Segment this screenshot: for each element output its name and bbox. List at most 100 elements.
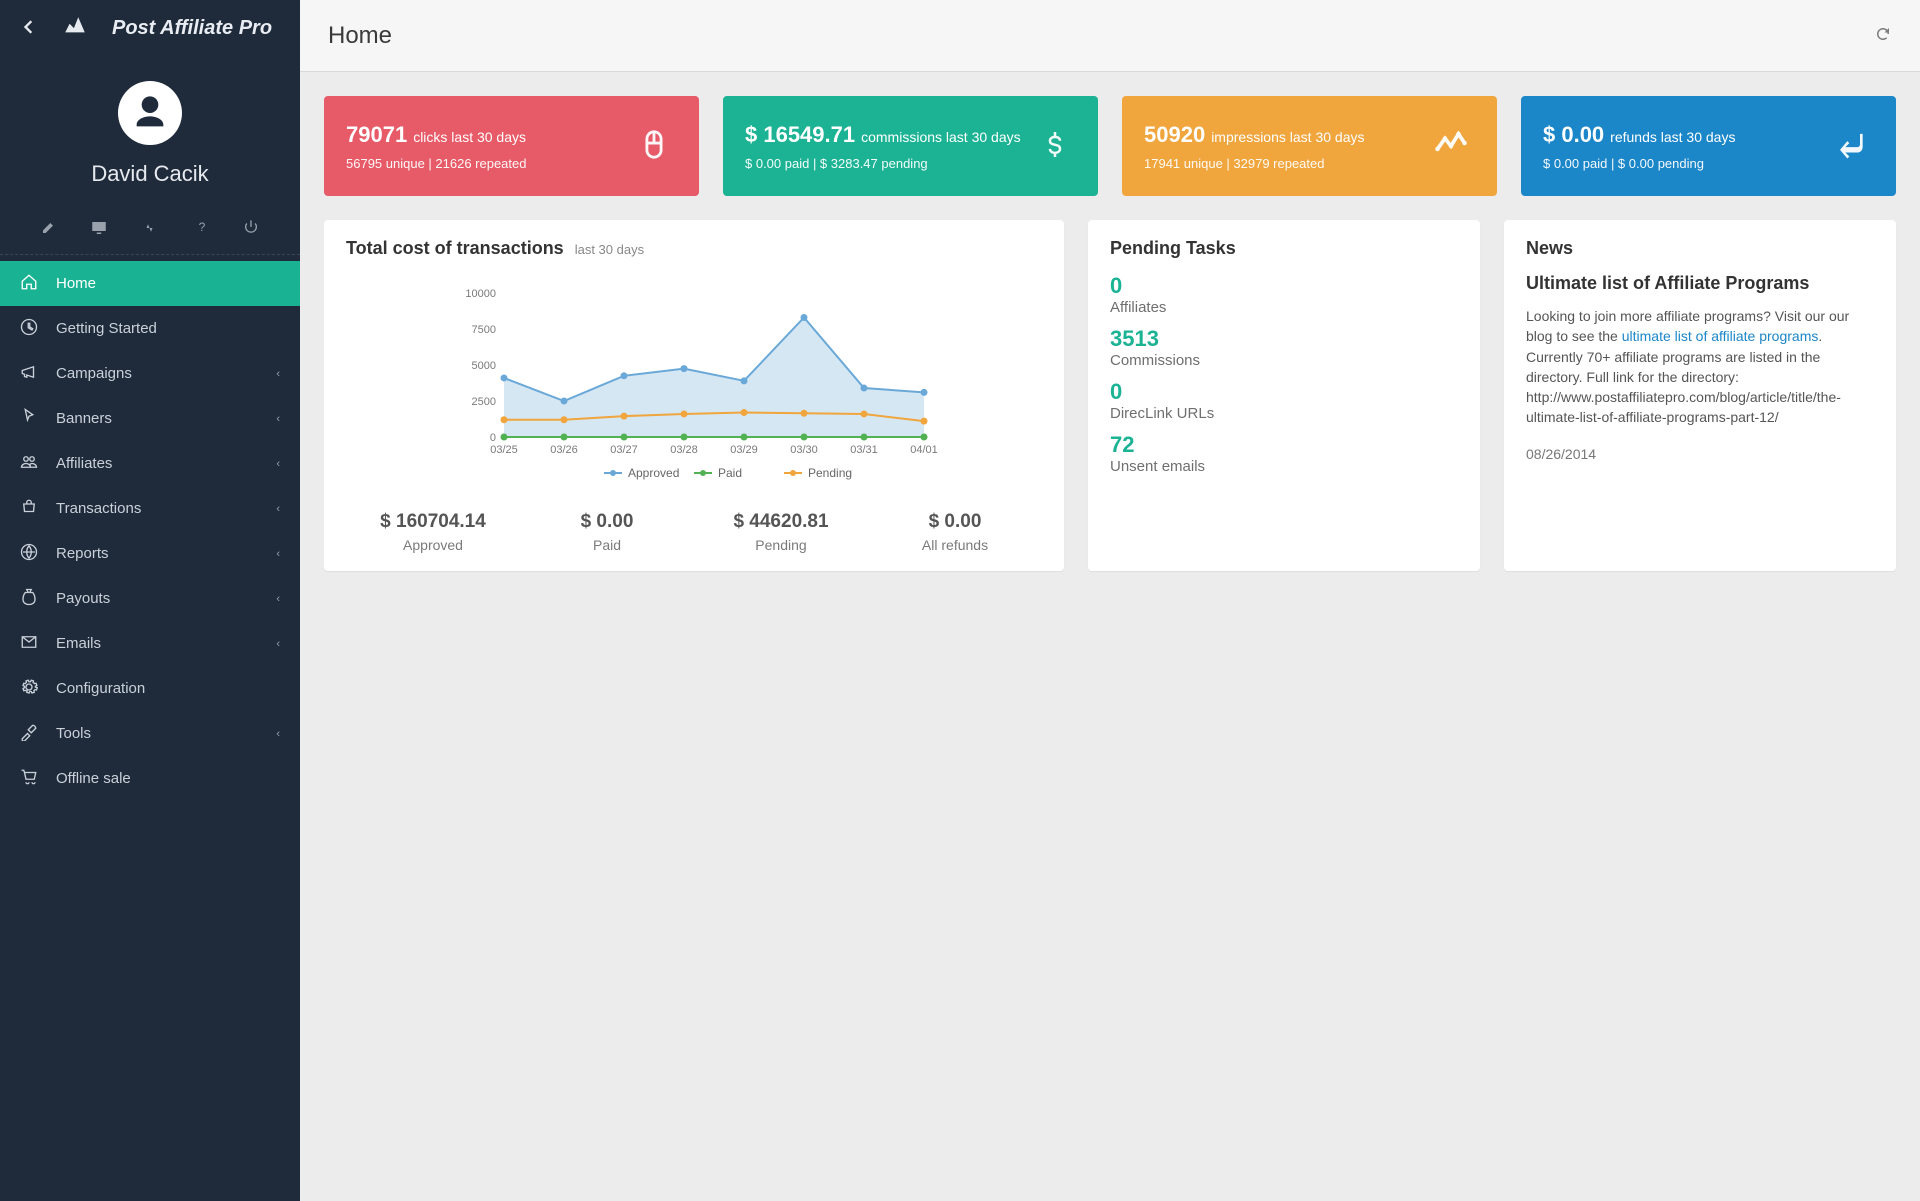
refunds-line2: $ 0.00 paid | $ 0.00 pending	[1543, 156, 1874, 171]
impressions-suffix: impressions last 30 days	[1211, 129, 1364, 145]
moneybag-icon	[20, 588, 38, 609]
sidebar-item-reports[interactable]: Reports‹	[0, 531, 300, 576]
svg-text:?: ?	[198, 220, 205, 234]
chevron-left-icon: ‹	[276, 638, 280, 650]
clicks-suffix: clicks last 30 days	[413, 129, 526, 145]
total-refunds-label: All refunds	[868, 537, 1042, 553]
total-pending-value: $ 44620.81	[694, 511, 868, 533]
svg-text:2500: 2500	[472, 396, 496, 408]
sidebar-item-tools[interactable]: Tools‹	[0, 711, 300, 756]
commissions-line2: $ 0.00 paid | $ 3283.47 pending	[745, 156, 1076, 171]
chart-wrap: 10000750050002500003/2503/2603/2703/2803…	[346, 273, 1042, 493]
total-paid-label: Paid	[520, 537, 694, 553]
stat-cards-row: 79071clicks last 30 days 56795 unique | …	[324, 96, 1896, 196]
trend-icon	[1433, 127, 1469, 166]
total-approved-label: Approved	[346, 537, 520, 553]
chevron-left-icon: ‹	[276, 368, 280, 380]
sidebar-item-label: Reports	[56, 545, 258, 562]
gear-icon	[20, 678, 38, 699]
news-body-link[interactable]: ultimate list of affiliate programs	[1622, 328, 1819, 344]
unsent-value: 72	[1110, 432, 1458, 458]
mouse-icon	[637, 128, 671, 165]
sidebar-item-label: Banners	[56, 410, 258, 427]
impressions-value: 50920	[1144, 122, 1205, 147]
chevron-left-icon: ‹	[276, 593, 280, 605]
refunds-suffix: refunds last 30 days	[1610, 129, 1735, 145]
sidebar-item-label: Getting Started	[56, 320, 280, 337]
profile-block: David Cacik	[0, 57, 300, 203]
profile-tools: ?	[0, 203, 300, 254]
sidebar-item-emails[interactable]: Emails ‹	[0, 621, 300, 666]
chevron-left-icon: ‹	[276, 728, 280, 740]
sidebar-item-affiliates[interactable]: Affiliates‹	[0, 441, 300, 486]
pending-tasks-panel: Pending Tasks 0 Affiliates 3513 Commissi…	[1088, 220, 1480, 571]
sidebar-nav: Home Getting Started Campaigns ‹ Banners ‹ Aff…	[0, 261, 300, 801]
chevron-left-icon: ‹	[276, 503, 280, 515]
pending-tasks-title: Pending Tasks	[1110, 238, 1458, 259]
total-refunds-value: $ 0.00	[868, 511, 1042, 533]
chart-totals: $ 160704.14 Approved $ 0.00 Paid $ 44620…	[346, 511, 1042, 553]
stat-card-impressions[interactable]: 50920impressions last 30 days 17941 uniq…	[1122, 96, 1497, 196]
news-headline: Ultimate list of Affiliate Programs	[1526, 273, 1874, 294]
svg-text:5000: 5000	[472, 360, 496, 372]
total-pending-label: Pending	[694, 537, 868, 553]
heartbeat-icon[interactable]	[142, 219, 160, 240]
desktop-icon[interactable]	[90, 219, 108, 240]
svg-text:Pending: Pending	[808, 466, 852, 480]
chevron-left-icon: ‹	[276, 413, 280, 425]
sidebar-item-label: Transactions	[56, 500, 258, 517]
tools-icon	[20, 723, 38, 744]
sidebar-item-transactions[interactable]: Transactions ‹	[0, 486, 300, 531]
total-approved: $ 160704.14 Approved	[346, 511, 520, 553]
svg-text:10000: 10000	[465, 288, 496, 300]
refunds-value: $ 0.00	[1543, 122, 1604, 147]
commissions-label: Commissions	[1110, 352, 1458, 369]
sidebar-item-label: Payouts	[56, 590, 258, 607]
svg-text:03/25: 03/25	[490, 444, 518, 456]
svg-text:03/31: 03/31	[850, 444, 878, 456]
return-icon	[1836, 129, 1868, 164]
sidebar-item-payouts[interactable]: Payouts ‹	[0, 576, 300, 621]
chart-panel-head: Total cost of transactions last 30 days	[346, 238, 1042, 259]
user-name: David Cacik	[91, 161, 208, 187]
avatar[interactable]	[118, 81, 182, 145]
mail-icon	[20, 633, 38, 654]
sidebar-item-label: Affiliates	[56, 455, 258, 472]
back-icon[interactable]	[18, 17, 38, 40]
commissions-value: $ 16549.71	[745, 122, 855, 147]
total-pending: $ 44620.81 Pending	[694, 511, 868, 553]
sidebar-item-label: Emails	[56, 635, 258, 652]
total-paid-value: $ 0.00	[520, 511, 694, 533]
sidebar-item-home[interactable]: Home	[0, 261, 300, 306]
sidebar-item-label: Campaigns	[56, 365, 258, 382]
news-date: 08/26/2014	[1526, 446, 1874, 462]
power-icon[interactable]	[243, 219, 259, 240]
stat-card-refunds[interactable]: $ 0.00 refunds last 30 days $ 0.00 paid |…	[1521, 96, 1896, 196]
panels-row: Total cost of transactions last 30 days …	[324, 220, 1896, 571]
svg-text:03/30: 03/30	[790, 444, 818, 456]
news-body: Looking to join more affiliate programs?…	[1526, 306, 1874, 428]
svg-text:0: 0	[490, 432, 496, 444]
chart-panel: Total cost of transactions last 30 days …	[324, 220, 1064, 571]
commissions-suffix: commissions last 30 days	[861, 129, 1021, 145]
dollar-icon	[1040, 130, 1070, 163]
refresh-icon[interactable]	[1874, 25, 1892, 46]
stat-card-clicks[interactable]: 79071clicks last 30 days 56795 unique | …	[324, 96, 699, 196]
sidebar-item-banners[interactable]: Banners ‹	[0, 396, 300, 441]
clock-icon	[20, 318, 38, 339]
news-title: News	[1526, 238, 1874, 259]
edit-icon[interactable]	[41, 219, 57, 240]
help-icon[interactable]: ?	[194, 219, 210, 240]
svg-text:03/29: 03/29	[730, 444, 758, 456]
sidebar-item-offline-sale[interactable]: Offline sale	[0, 756, 300, 801]
stat-card-commissions[interactable]: $ 16549.71 commissions last 30 days $ 0.0…	[723, 96, 1098, 196]
direclink-value: 0	[1110, 379, 1458, 405]
pointer-icon	[20, 408, 38, 429]
clicks-value: 79071	[346, 122, 407, 147]
sidebar-item-label: Configuration	[56, 680, 280, 697]
content: 79071clicks last 30 days 56795 unique | …	[300, 72, 1920, 595]
sidebar-item-campaigns[interactable]: Campaigns ‹	[0, 351, 300, 396]
sidebar-item-getting-started[interactable]: Getting Started	[0, 306, 300, 351]
sidebar-item-configuration[interactable]: Configuration	[0, 666, 300, 711]
svg-text:04/01: 04/01	[910, 444, 938, 456]
